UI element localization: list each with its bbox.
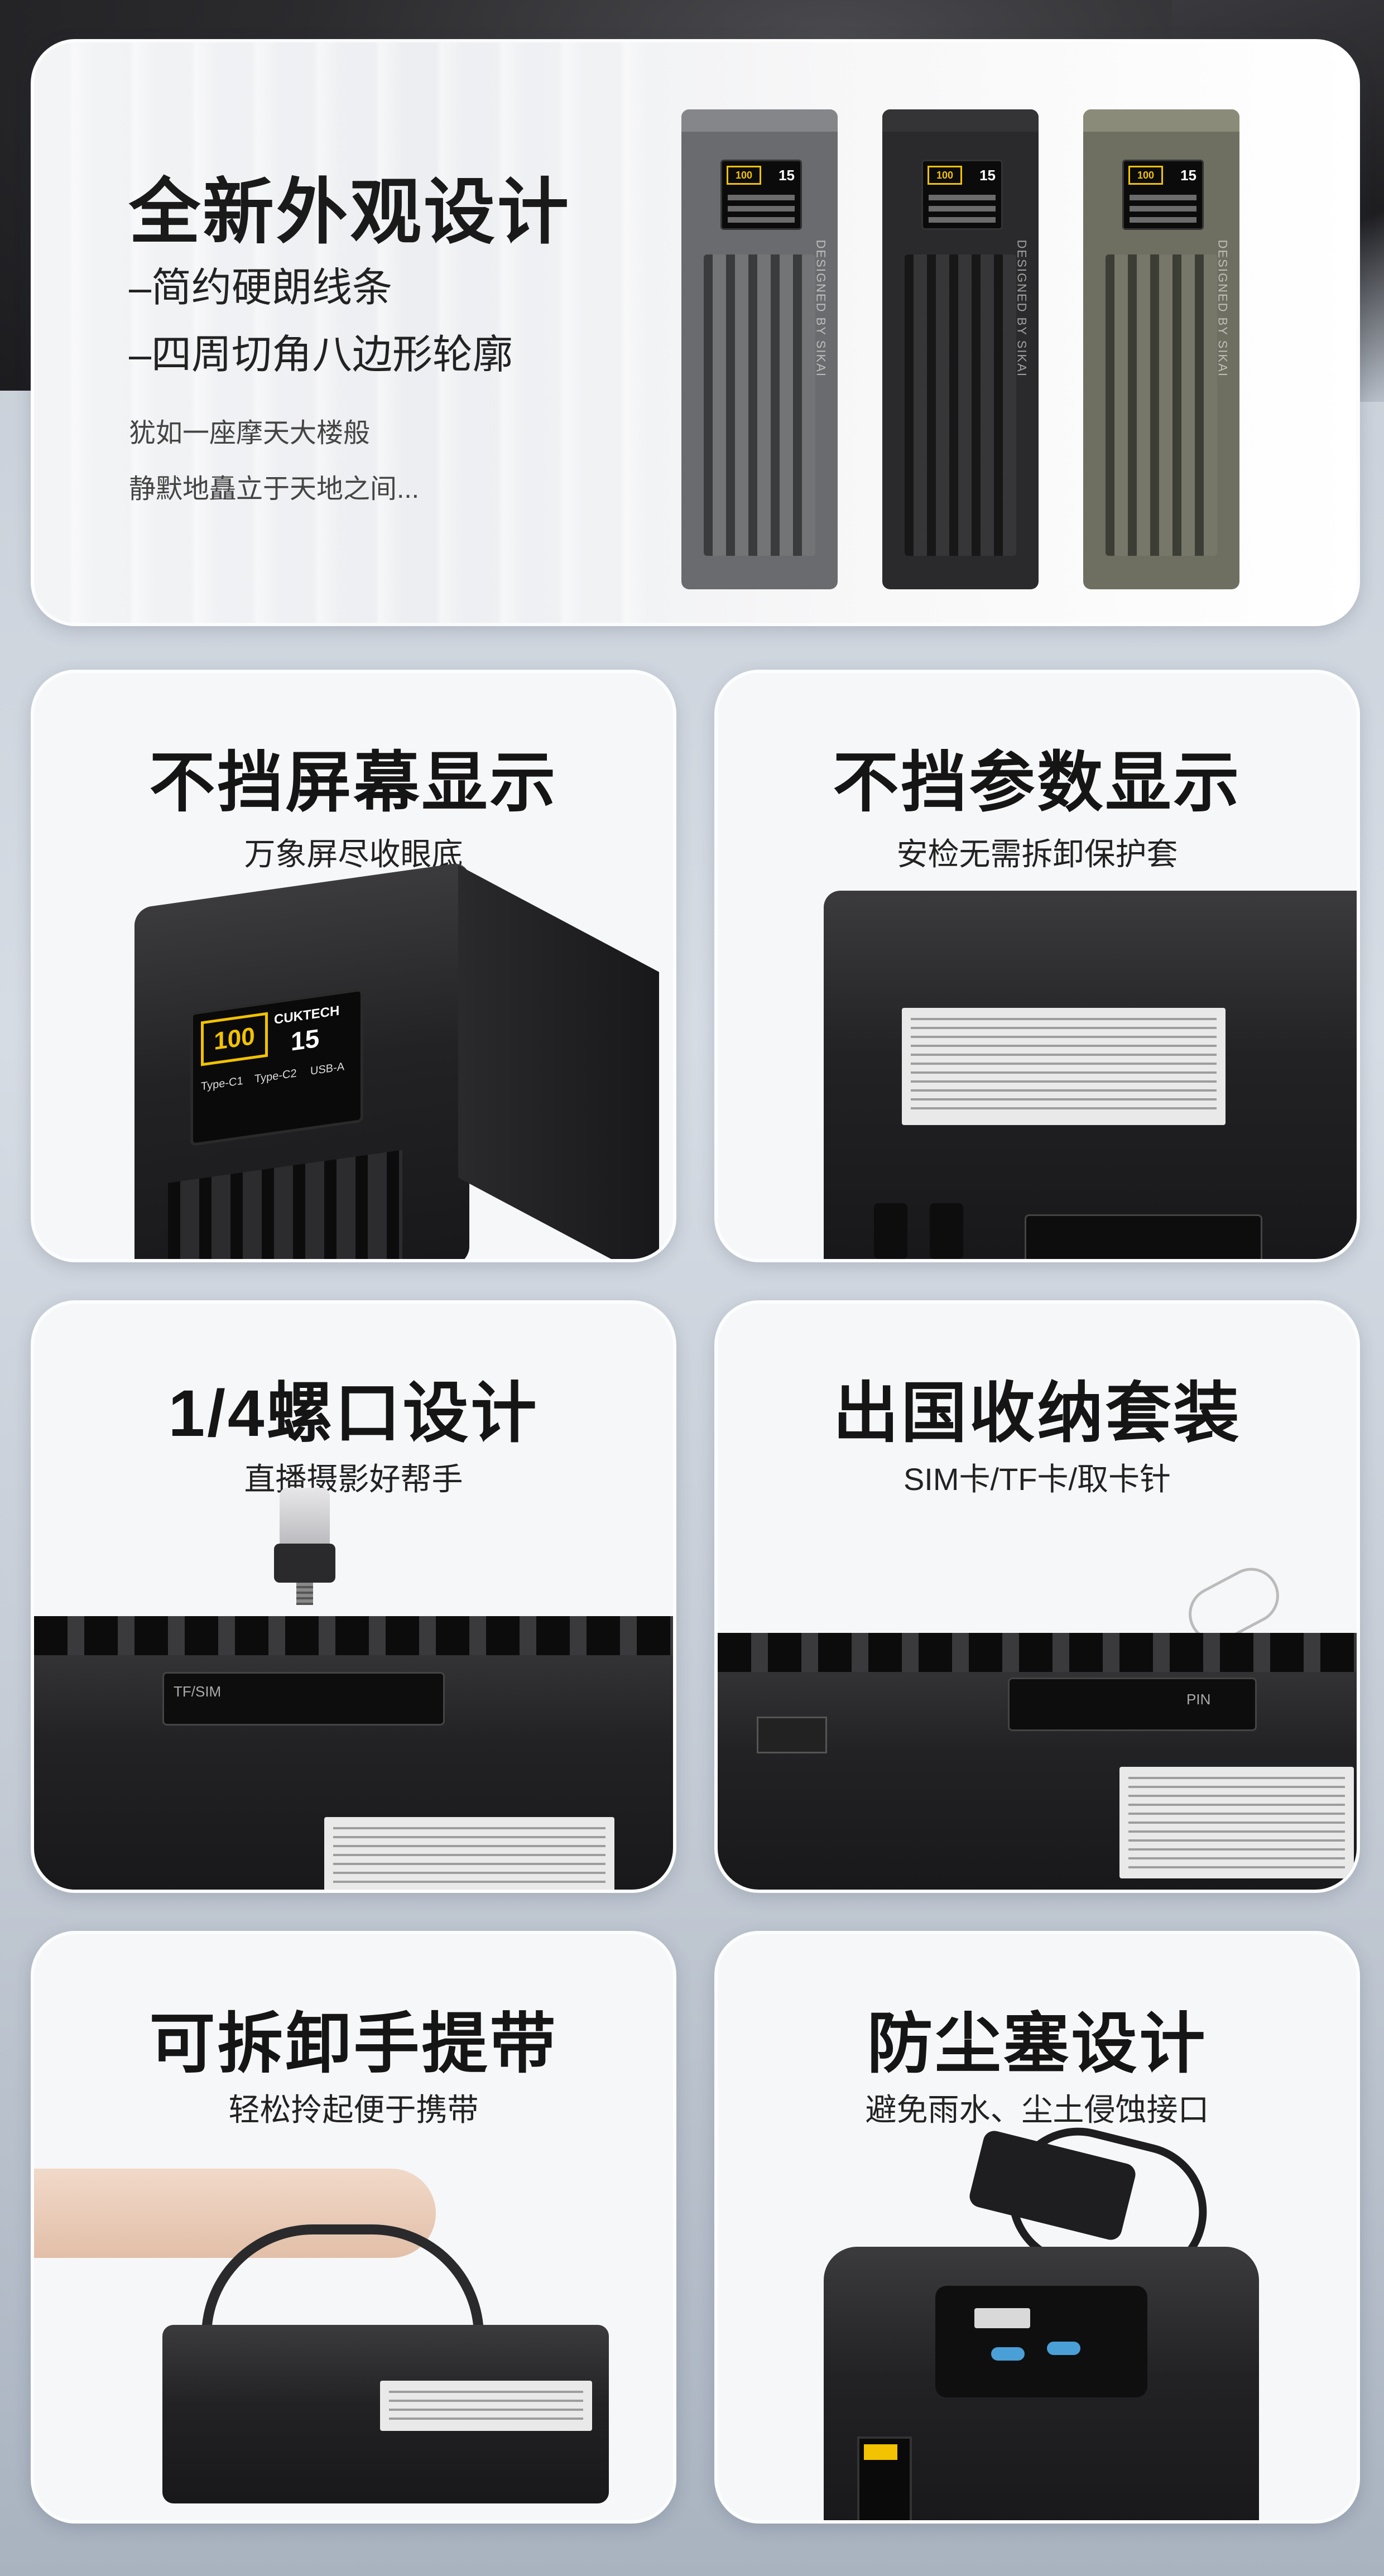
product-side-face bbox=[458, 865, 659, 1259]
screen-port-2: Type-C2 bbox=[254, 1067, 297, 1085]
power-bank-black: 100 15 DESIGNED BY SIKAI bbox=[882, 109, 1039, 589]
hero-note-1: 犹如一座摩天大楼般 bbox=[129, 419, 371, 448]
power-bank-engraving: DESIGNED BY SIKAI bbox=[1015, 239, 1029, 377]
battery-readout: 100 bbox=[201, 1012, 268, 1066]
feature-title: 防尘塞设计 bbox=[867, 2007, 1208, 2081]
usb-c-port-2 bbox=[1047, 2342, 1080, 2355]
product-image-travel-kit: PIN bbox=[718, 1633, 1357, 1890]
product-image-params bbox=[824, 891, 1357, 1259]
hero-title: 全新外观设计 bbox=[129, 172, 571, 252]
power-bank-screen: 100 15 bbox=[720, 160, 802, 230]
power-bank-grill bbox=[704, 254, 815, 556]
usb-c-port-1 bbox=[991, 2347, 1025, 2361]
screw-mount-knob bbox=[274, 1544, 335, 1583]
power-bank-gray: 100 15 DESIGNED BY SIKAI bbox=[681, 109, 838, 589]
feature-title: 1/4螺口设计 bbox=[168, 1377, 539, 1450]
feature-subtitle: 安检无需拆卸保护套 bbox=[896, 837, 1178, 872]
screen-model: 15 bbox=[291, 1023, 320, 1056]
product-grill bbox=[168, 1150, 402, 1259]
port-panel bbox=[1008, 1678, 1257, 1731]
feature-card-params: 不挡参数显示 安检无需拆卸保护套 bbox=[714, 670, 1360, 1262]
tf-slot-label: TF/SIM bbox=[174, 1683, 222, 1700]
feature-subtitle: 万象屏尽收眼底 bbox=[244, 837, 463, 872]
power-bank-screen: 100 15 bbox=[921, 160, 1003, 230]
spec-label bbox=[380, 2381, 592, 2431]
power-bank-engraving: DESIGNED BY SIKAI bbox=[1215, 239, 1229, 377]
power-bank-grill bbox=[1106, 254, 1217, 556]
hero-feature-line-1: –简约硬朗线条 bbox=[129, 266, 393, 310]
power-bank-grill bbox=[905, 254, 1016, 556]
pin-label: PIN bbox=[1186, 1691, 1211, 1708]
feature-card-screw: 1/4螺口设计 直播摄影好帮手 TF/SIM bbox=[31, 1300, 676, 1893]
hero-note-2: 静默地矗立于天地之间... bbox=[129, 474, 420, 504]
feature-card-travel-kit: 出国收纳套装 SIM卡/TF卡/取卡针 PIN bbox=[714, 1300, 1360, 1893]
usb-a-port bbox=[974, 2308, 1030, 2328]
feature-title: 不挡参数显示 bbox=[833, 746, 1242, 820]
product-image-screw-side: TF/SIM bbox=[34, 1616, 673, 1890]
screen-port-3: USB-A bbox=[310, 1060, 345, 1078]
product-image-dust-plug bbox=[824, 2247, 1259, 2520]
sim-card-tray bbox=[757, 1717, 827, 1753]
feature-title: 出国收纳套装 bbox=[833, 1377, 1242, 1450]
spec-label bbox=[324, 1817, 614, 1890]
side-screen bbox=[857, 2436, 912, 2520]
feature-subtitle: 直播摄影好帮手 bbox=[244, 1462, 463, 1497]
feature-subtitle: 轻松拎起便于携带 bbox=[228, 2092, 479, 2127]
spec-label bbox=[1119, 1767, 1354, 1878]
product-image-strap bbox=[162, 2325, 609, 2503]
screw-mount-cap bbox=[280, 1488, 330, 1549]
feature-title: 不挡屏幕显示 bbox=[149, 746, 558, 820]
power-bank-olive: 100 15 DESIGNED BY SIKAI bbox=[1083, 109, 1239, 589]
port-top-panel bbox=[935, 2286, 1147, 2397]
hero-feature-line-2: –四周切角八边形轮廓 bbox=[129, 333, 513, 377]
power-bank-engraving: DESIGNED BY SIKAI bbox=[814, 239, 828, 377]
product-image-screen: 100 CUKTECH 15 Type-C1 Type-C2 USB-A bbox=[134, 861, 469, 1259]
screen-port-1: Type-C1 bbox=[201, 1074, 243, 1093]
feature-title: 可拆卸手提带 bbox=[149, 2007, 558, 2081]
feature-card-strap: 可拆卸手提带 轻松拎起便于携带 bbox=[31, 1931, 676, 2524]
screw-thread bbox=[296, 1583, 313, 1605]
feature-card-dust-plug: 防尘塞设计 避免雨水、尘土侵蚀接口 bbox=[714, 1931, 1360, 2524]
spec-label bbox=[902, 1008, 1226, 1125]
hero-card: 全新外观设计 –简约硬朗线条 –四周切角八边形轮廓 犹如一座摩天大楼般 静默地矗… bbox=[31, 39, 1360, 626]
power-bank-screen: 100 15 bbox=[1122, 160, 1204, 230]
display-screen: 100 CUKTECH 15 Type-C1 Type-C2 USB-A bbox=[190, 988, 363, 1147]
feature-subtitle: 避免雨水、尘土侵蚀接口 bbox=[865, 2092, 1209, 2127]
feature-card-screen: 不挡屏幕显示 万象屏尽收眼底 100 CUKTECH 15 Type-C1 Ty… bbox=[31, 670, 676, 1262]
feature-subtitle: SIM卡/TF卡/取卡针 bbox=[903, 1462, 1171, 1497]
